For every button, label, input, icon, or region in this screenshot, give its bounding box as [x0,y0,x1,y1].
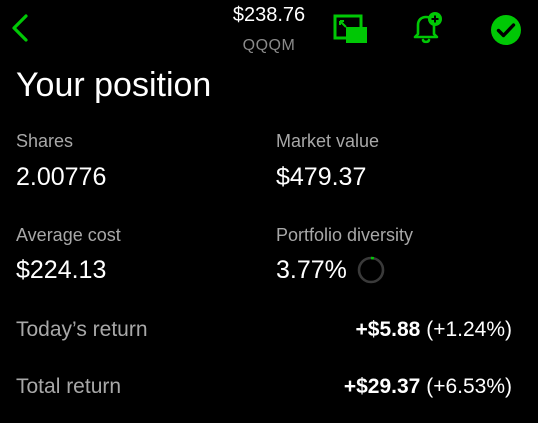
picture-in-picture-button[interactable] [332,12,370,48]
shares-label: Shares [16,131,74,151]
price-alert-button[interactable] [412,10,444,46]
portfolio-diversity-label: Portfolio diversity [276,225,414,245]
market-value-label: Market value [276,131,380,151]
header-price: $238.76 [232,4,306,26]
market-value-value: $479.37 [276,163,367,191]
todays-return-label: Today’s return [16,318,148,341]
watchlist-button[interactable] [490,14,522,46]
picture-in-picture-icon [333,14,367,43]
total-return-label: Total return [16,375,122,398]
total-return-amount: +$29.37 [343,375,421,398]
diversity-ring-icon [357,256,385,284]
total-return-value: +$29.37 (+6.53%) [344,375,512,399]
todays-return-value: +$5.88 (+1.24%) [356,318,512,342]
bell-plus-icon [413,12,442,44]
todays-return-amount: +$5.88 [355,318,421,341]
todays-return-percent: (+1.24%) [426,318,512,341]
average-cost-label: Average cost [16,225,121,245]
shares-value: 2.00776 [16,163,107,191]
average-cost-value: $224.13 [16,256,107,284]
portfolio-diversity-value: 3.77% [276,256,347,284]
check-circle-icon [491,15,521,45]
total-return-percent: (+6.53%) [426,375,512,398]
page-title: Your position [16,66,212,104]
header-ticker: QQQM [242,37,296,54]
